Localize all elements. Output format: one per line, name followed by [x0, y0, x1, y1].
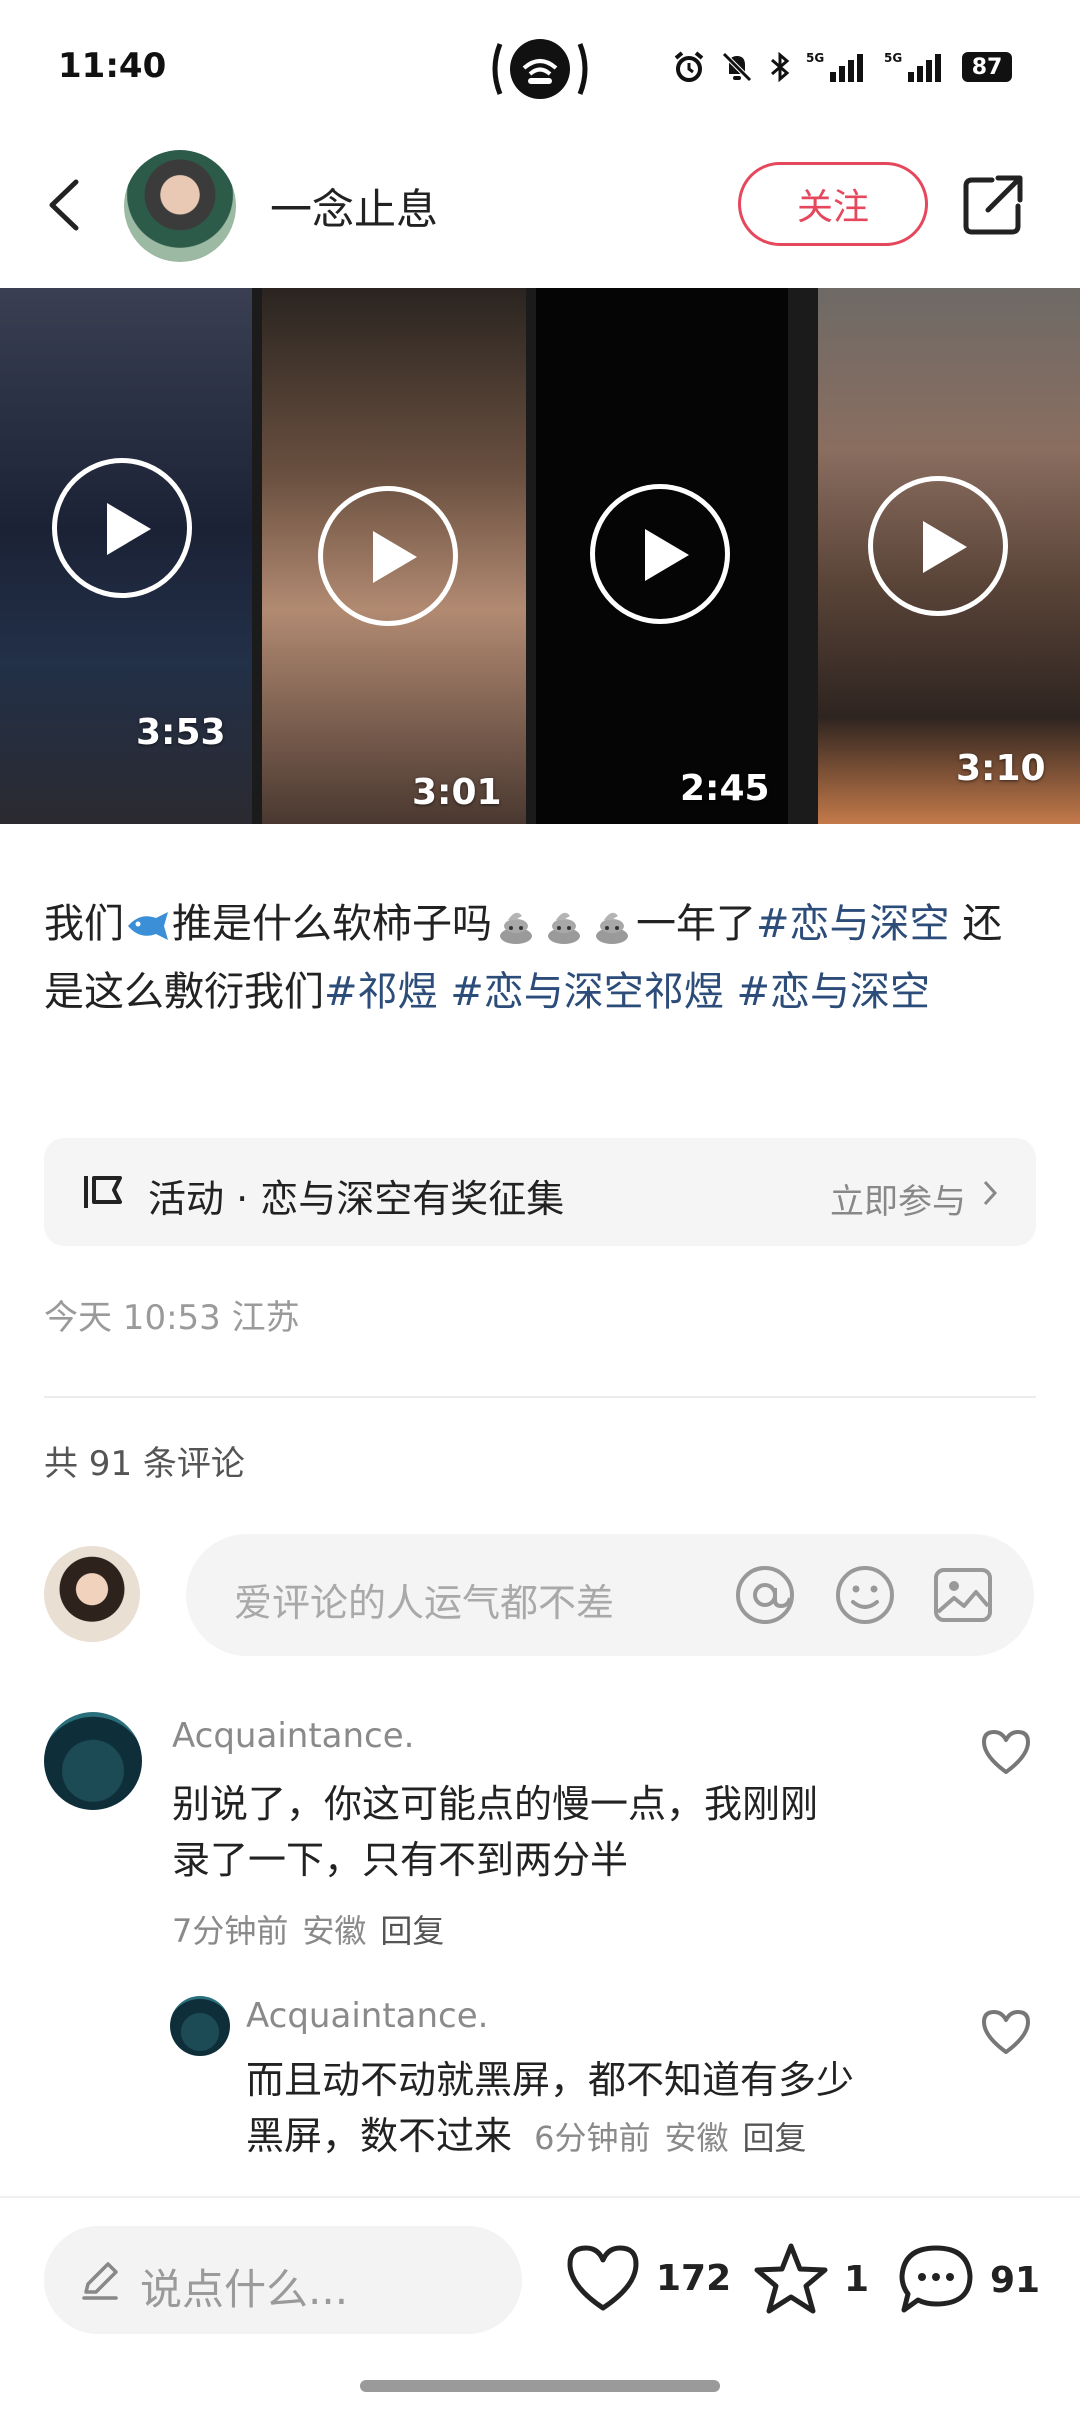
bluetooth-icon — [771, 51, 790, 83]
video-gallery: 3:53 3:01 2:45 3:10 — [0, 288, 1080, 824]
favorite-count: 1 — [844, 2258, 870, 2300]
activity-banner[interactable]: 活动 · 恋与深空有奖征集 立即参与 — [44, 1138, 1036, 1246]
video-thumbnail[interactable]: 3:01 — [262, 288, 526, 824]
post-header: 一念止息 关注 — [0, 140, 1080, 270]
hashtag-link[interactable]: #恋与深空 — [756, 901, 950, 947]
commenter-avatar[interactable] — [44, 1712, 142, 1810]
activity-label: 活动 · 恋与深空有奖征集 — [148, 1177, 565, 1221]
battery-icon: 87 — [962, 52, 1012, 82]
post-text: 我们 — [44, 901, 124, 947]
comment-button[interactable]: 91 — [896, 2242, 1040, 2318]
chevron-left-icon — [49, 179, 79, 231]
chevron-right-icon — [983, 1180, 998, 1206]
post-text: 推是什么软柿子吗 — [172, 901, 492, 947]
status-bar: 11:40 5G 5G 87 — [0, 0, 1080, 130]
comment-location: 安徽 — [664, 2119, 729, 2157]
comment-count-bottom: 91 — [990, 2259, 1041, 2301]
play-icon[interactable] — [52, 458, 192, 598]
poop-emoji-icon — [500, 912, 532, 944]
follow-button[interactable]: 关注 — [738, 162, 928, 246]
comment-input[interactable]: 爱评论的人运气都不差 — [186, 1534, 1034, 1656]
pencil-icon — [82, 2262, 118, 2300]
comment-location: 安徽 — [302, 1912, 367, 1950]
video-duration: 3:01 — [412, 772, 502, 813]
comment-icon — [899, 2245, 973, 2313]
comment-time: 7分钟前 — [172, 1912, 289, 1950]
mention-icon[interactable] — [734, 1564, 796, 1626]
comment-time: 6分钟前 — [534, 2119, 651, 2157]
svg-text:5G: 5G — [884, 51, 902, 65]
comment-count: 共 91 条评论 — [44, 1444, 245, 1484]
commenter-avatar[interactable] — [170, 1996, 230, 2056]
play-icon[interactable] — [318, 486, 458, 626]
alarm-icon — [674, 51, 704, 82]
heart-icon[interactable] — [978, 1724, 1034, 1780]
author-avatar[interactable] — [124, 150, 236, 262]
comment-text: 而且动不动就黑屏，都不知道有多少 — [246, 2058, 855, 2102]
heart-icon — [567, 2245, 639, 2311]
hashtag-link[interactable]: #祁煜 — [324, 969, 438, 1015]
commenter-name[interactable]: Acquaintance. — [172, 1716, 414, 1756]
status-icons: 5G 5G 87 — [672, 50, 1012, 84]
post-meta: 今天 10:53 江苏 — [44, 1290, 300, 1339]
share-icon — [963, 175, 1023, 235]
post-text: 一年了 — [636, 901, 756, 947]
poop-emoji-icon — [596, 912, 628, 944]
heart-icon[interactable] — [978, 2004, 1034, 2060]
video-thumbnail[interactable]: 3:10 — [818, 288, 1080, 824]
author-username[interactable]: 一念止息 — [270, 176, 438, 237]
divider — [44, 1396, 1036, 1398]
comment-meta: 6分钟前 安徽 回复 — [534, 2119, 806, 2157]
share-button[interactable] — [958, 170, 1028, 240]
activity-join-link[interactable]: 立即参与 — [830, 1174, 966, 1223]
fish-emoji-icon — [128, 912, 168, 940]
svg-text:5G: 5G — [806, 51, 824, 65]
video-duration: 3:53 — [136, 712, 226, 753]
reply-button[interactable]: 回复 — [743, 2119, 807, 2157]
post-body: 我们 推是什么软柿子吗 一年了#恋与深空 还是这么敷衍我们#祁煜 #恋与深空祁煜 #… — [44, 890, 1040, 1026]
play-icon[interactable] — [590, 484, 730, 624]
status-time: 11:40 — [58, 46, 167, 86]
video-thumbnail[interactable]: 2:45 — [536, 288, 788, 824]
back-button[interactable] — [36, 170, 96, 240]
image-icon[interactable] — [932, 1564, 994, 1626]
favorite-button[interactable]: 1 — [752, 2242, 869, 2316]
like-count: 172 — [656, 2257, 732, 2299]
star-icon — [754, 2243, 828, 2314]
like-button[interactable]: 172 — [564, 2242, 731, 2314]
home-indicator[interactable] — [360, 2380, 720, 2392]
comment-input-placeholder: 爱评论的人运气都不差 — [234, 1581, 615, 1625]
video-duration: 2:45 — [680, 768, 770, 809]
post-location: 江苏 — [231, 1298, 300, 1338]
comment-body: 别说了，你这可能点的慢一点，我刚刚 录了一下，只有不到两分半 — [172, 1776, 972, 1888]
video-duration: 3:10 — [956, 748, 1046, 789]
comment-body: 而且动不动就黑屏，都不知道有多少 黑屏，数不过来 6分钟前 安徽 回复 — [246, 2052, 976, 2166]
user-avatar — [44, 1546, 140, 1642]
reply-button[interactable]: 回复 — [380, 1912, 444, 1950]
comment-meta: 7分钟前 安徽 回复 — [172, 1906, 444, 1952]
post-time: 今天 10:53 — [44, 1298, 221, 1338]
emoji-icon[interactable] — [834, 1564, 896, 1626]
hashtag-link[interactable]: #恋与深空祁煜 — [438, 969, 724, 1015]
signal-icon-2: 5G — [884, 51, 941, 82]
say-something-input[interactable]: 说点什么... — [44, 2226, 522, 2334]
comment-text: 黑屏，数不过来 — [246, 2114, 513, 2158]
poop-emoji-icon — [548, 912, 580, 944]
play-icon[interactable] — [868, 476, 1008, 616]
video-thumbnail[interactable]: 3:53 — [0, 288, 252, 824]
comment-text: 别说了，你这可能点的慢一点，我刚刚 — [172, 1782, 819, 1826]
comment-text: 录了一下，只有不到两分半 — [172, 1838, 629, 1882]
commenter-name[interactable]: Acquaintance. — [246, 1996, 488, 2036]
flag-icon — [84, 1176, 122, 1208]
hotspot-icon — [488, 36, 592, 102]
hashtag-link[interactable]: #恋与深空 — [724, 969, 930, 1015]
signal-icon: 5G — [806, 51, 863, 82]
say-something-placeholder: 说点什么... — [140, 2265, 349, 2314]
mute-icon — [722, 52, 752, 82]
